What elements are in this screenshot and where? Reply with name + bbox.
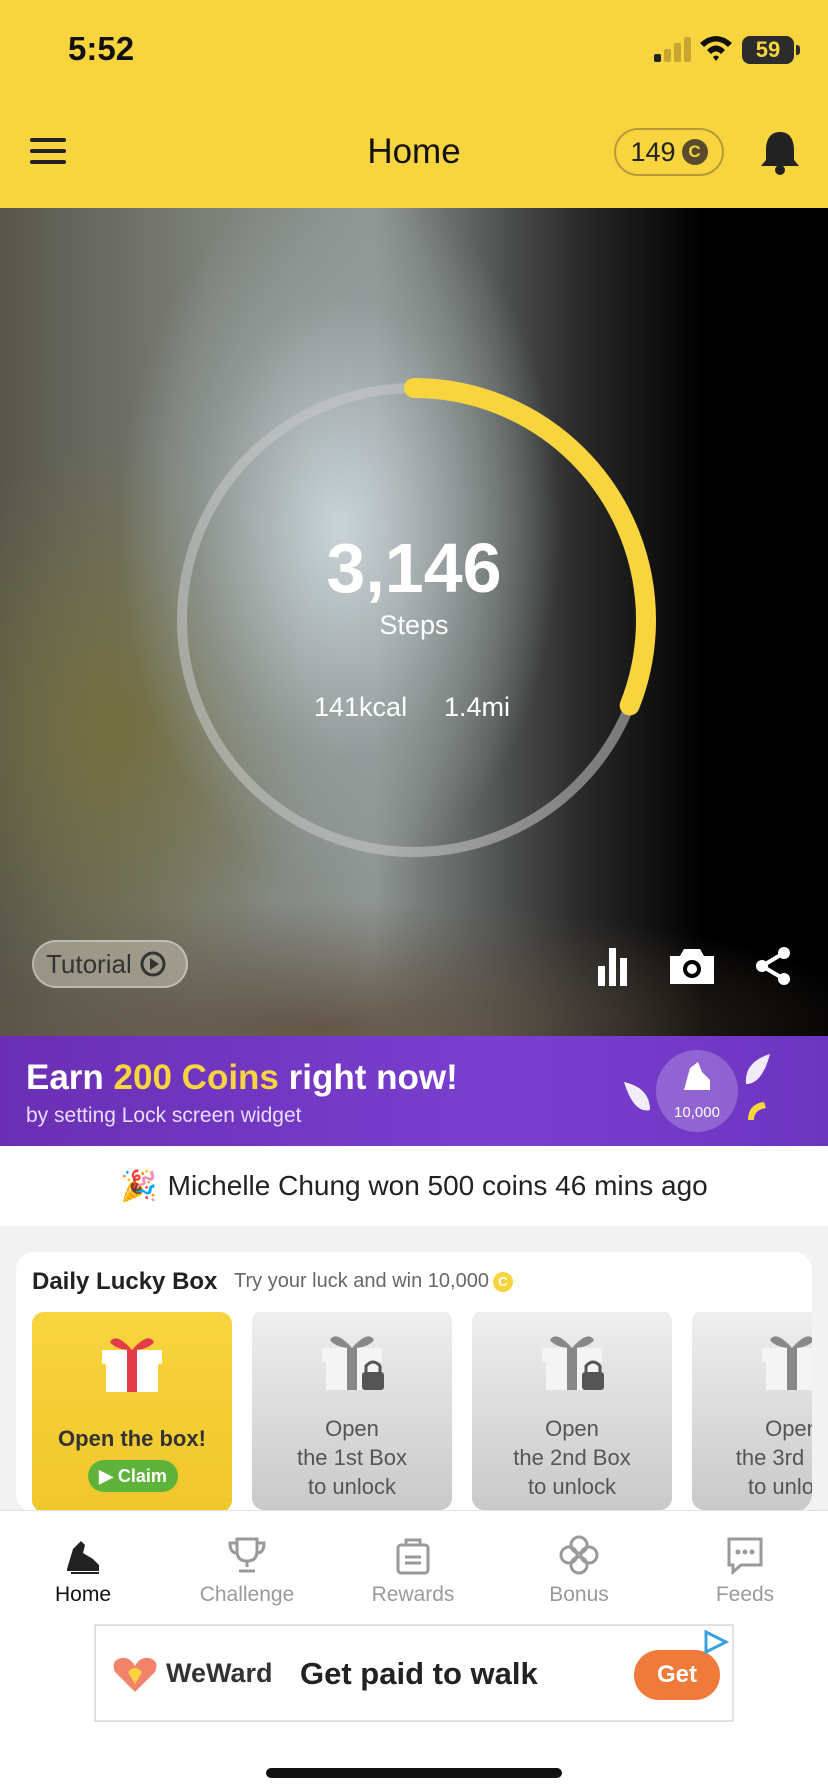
locked-gift-icon: [762, 1336, 812, 1390]
tab-feeds[interactable]: Feeds: [670, 1511, 820, 1621]
wing-icon: [624, 1082, 650, 1111]
tab-label: Rewards: [371, 1583, 455, 1606]
ad-area: WeWard Get paid to walk Get: [0, 1620, 828, 1792]
lucky-box-title: Daily Lucky Box: [32, 1268, 218, 1295]
share-icon[interactable]: [752, 944, 794, 988]
step-tracker-hero: 3,146 Steps 141kcal 1.4mi Tutorial: [0, 208, 828, 1036]
weward-logo-icon: [113, 1657, 157, 1692]
claim-button[interactable]: ▶ Claim: [88, 1460, 178, 1492]
winner-ticker: 🎉 Michelle Chung won 500 coins 46 mins a…: [0, 1146, 828, 1226]
tab-label: Feeds: [715, 1583, 775, 1606]
tab-rewards[interactable]: Rewards: [338, 1511, 488, 1621]
lucky-box-label: Open the 1st Box to unlock: [296, 1416, 408, 1499]
locked-gift-icon: [322, 1336, 384, 1390]
wing-icon: [745, 1054, 770, 1084]
ad-banner[interactable]: WeWard Get paid to walk Get: [94, 1624, 734, 1722]
coin-balance-button[interactable]: 149 C: [614, 128, 724, 176]
home-indicator[interactable]: [266, 1768, 562, 1778]
lucky-box-open[interactable]: Open the box! ▶ Claim: [32, 1312, 232, 1512]
tab-home[interactable]: Home: [8, 1511, 158, 1621]
coin-icon: C: [492, 1271, 513, 1292]
lucky-box-label: Open the box!: [58, 1426, 206, 1451]
promo-title: Earn 200 Coins right now!: [26, 1058, 458, 1098]
promo-badge-value: 10,000: [674, 1104, 720, 1121]
shopping-bag-icon: [396, 1538, 430, 1575]
gift-icon: [102, 1338, 162, 1392]
promo-title-suffix: right now!: [278, 1058, 458, 1097]
ad-get-button[interactable]: Get: [634, 1650, 720, 1700]
locked-gift-icon: [542, 1336, 604, 1390]
top-bar: 5:52 59 Home 149 C: [0, 0, 828, 208]
tab-challenge[interactable]: Challenge: [172, 1511, 322, 1621]
calories-value: 141kcal: [314, 692, 408, 722]
distance-value: 1.4mi: [444, 692, 511, 722]
coin-icon: C: [681, 139, 708, 165]
tutorial-button[interactable]: Tutorial: [32, 940, 188, 988]
daily-lucky-box-card: Daily Lucky Box Try your luck and win 10…: [16, 1252, 812, 1512]
bell-icon[interactable]: [758, 128, 802, 176]
ad-text: Get paid to walk: [300, 1656, 538, 1691]
tab-label: Home: [54, 1583, 112, 1606]
lucky-box-label: Open the 2nd Box to unlock: [513, 1416, 631, 1499]
bottom-tab-bar: Home Challenge Rewards Bonus Feeds: [0, 1510, 828, 1620]
promo-title-prefix: Earn: [26, 1058, 114, 1097]
shoe-icon: [684, 1062, 710, 1090]
status-time: 5:52: [68, 30, 135, 67]
tab-bonus[interactable]: Bonus: [504, 1511, 654, 1621]
cellular-signal-icon: [652, 36, 692, 62]
camera-icon[interactable]: [666, 944, 718, 988]
lucky-box-label: Open the 3rd Box to unlock: [735, 1416, 812, 1499]
lock-widget-promo-banner[interactable]: Earn 200 Coins right now! by setting Loc…: [0, 1036, 828, 1146]
shoe-icon: [67, 1541, 99, 1574]
tab-label: Challenge: [199, 1583, 295, 1606]
confetti-icon: [748, 1102, 766, 1120]
chat-bubble-icon: [727, 1537, 763, 1575]
winner-text: Michelle Chung won 500 coins 46 mins ago: [167, 1170, 708, 1201]
replay-icon: [140, 951, 166, 977]
lucky-box-subtitle-text: Try your luck and win 10,000: [234, 1270, 489, 1292]
battery-icon: 59: [742, 36, 800, 64]
ad-brand: WeWard: [166, 1658, 273, 1688]
tab-label: Bonus: [549, 1583, 609, 1606]
ad-choices-icon[interactable]: [702, 1628, 730, 1656]
promo-title-highlight: 200 Coins: [113, 1058, 279, 1097]
tutorial-label: Tutorial: [46, 948, 132, 979]
steps-value: 3,146: [326, 529, 502, 607]
lucky-box-subtitle: Try your luck and win 10,000 C: [234, 1270, 513, 1293]
lucky-box-carousel[interactable]: Open the box! ▶ Claim Open the 1st Box t…: [32, 1312, 812, 1512]
promo-subtitle: by setting Lock screen widget: [26, 1104, 302, 1127]
wifi-icon: [700, 36, 732, 61]
clover-icon: [559, 1535, 599, 1575]
lucky-box-locked[interactable]: Open the 2nd Box to unlock: [472, 1312, 672, 1510]
trophy-icon: [228, 1537, 266, 1573]
party-popper-icon: 🎉: [120, 1169, 158, 1203]
coin-balance-value: 149: [630, 136, 676, 167]
stats-icon[interactable]: [596, 944, 630, 988]
steps-label: Steps: [379, 610, 449, 640]
lucky-box-locked[interactable]: Open the 1st Box to unlock: [252, 1312, 452, 1510]
lucky-box-locked[interactable]: Open the 3rd Box to unlock: [692, 1312, 812, 1510]
home-screen: 5:52 59 Home 149 C 3,146 Steps 141kcal 1…: [0, 0, 828, 1792]
